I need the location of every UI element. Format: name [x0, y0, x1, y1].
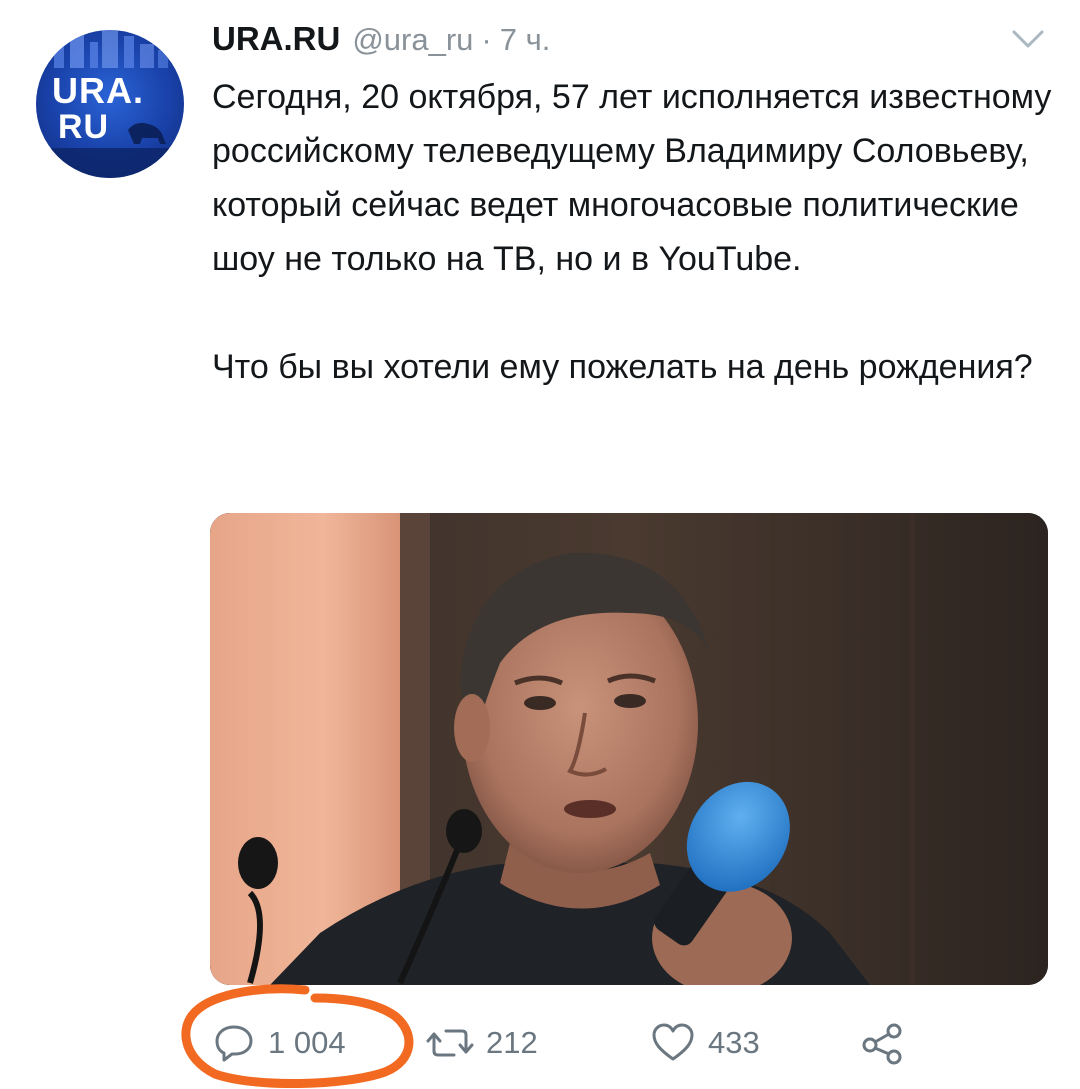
tweet-question: Что бы вы хотели ему пожелать на день ро…: [212, 348, 1033, 386]
tweet-header: URA.RU @ura_ru · 7 ч.: [212, 20, 550, 64]
retweet-icon: [426, 1029, 474, 1057]
avatar-logo-text-2: RU: [58, 108, 110, 146]
share-button[interactable]: [860, 1021, 906, 1065]
chevron-down-icon[interactable]: [1008, 24, 1048, 54]
avatar-logo-text: URA.: [52, 70, 144, 111]
tweet-actions: 1 004 212 433: [0, 1005, 1080, 1077]
tweet-photo[interactable]: [210, 513, 1048, 985]
reply-icon: [215, 1025, 253, 1062]
tweet-paragraph: Сегодня, 20 октября, 57 лет исполняется …: [212, 78, 1052, 278]
avatar[interactable]: URA. RU: [36, 30, 184, 178]
reply-button[interactable]: 1 004: [212, 1021, 346, 1065]
tweet-text: Сегодня, 20 октября, 57 лет исполняется …: [212, 70, 1052, 394]
share-icon: [862, 1023, 902, 1065]
reply-count: 1 004: [268, 1025, 346, 1060]
like-button[interactable]: 433: [650, 1021, 760, 1065]
like-count: 433: [708, 1025, 760, 1060]
timestamp[interactable]: 7 ч.: [500, 22, 551, 58]
separator-dot: ·: [481, 22, 492, 57]
heart-icon: [652, 1023, 694, 1061]
retweet-count: 212: [486, 1025, 538, 1060]
retweet-button[interactable]: 212: [426, 1021, 538, 1065]
user-handle[interactable]: @ura_ru: [352, 22, 473, 58]
photo-of-man-speaking-into-blue-microphone: [210, 513, 1048, 985]
display-name[interactable]: URA.RU: [212, 20, 340, 58]
